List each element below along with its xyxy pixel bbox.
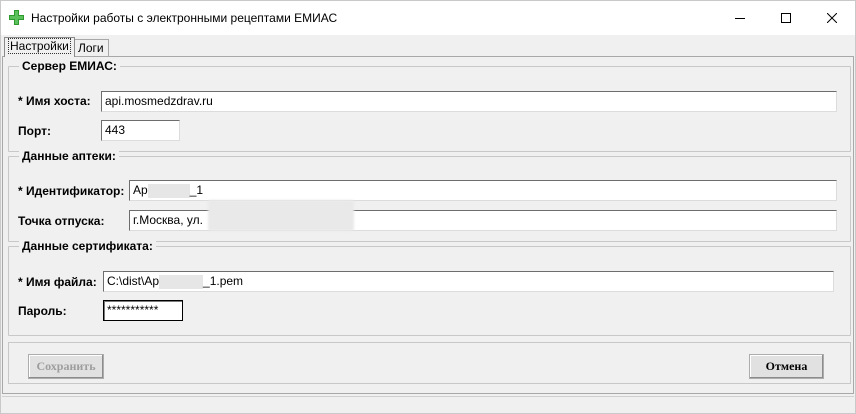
- file-name-input[interactable]: C:\dist\Ap _1.pem: [103, 271, 834, 292]
- status-bar: [2, 396, 854, 413]
- cancel-button[interactable]: Отмена: [749, 354, 824, 379]
- certificate-group: Данные сертификата: * Имя файла: C:\dist…: [8, 239, 851, 336]
- dispense-point-label: Точка отпуска:: [18, 214, 105, 228]
- host-input[interactable]: api.mosmedzdrav.ru: [101, 91, 837, 112]
- file-name-label: * Имя файла:: [18, 275, 97, 289]
- port-input[interactable]: 443: [101, 120, 180, 141]
- tab-settings-label: Настройки: [8, 38, 71, 54]
- settings-tab-page: Сервер ЕМИАС: * Имя хоста: api.mosmedzdr…: [2, 56, 854, 394]
- password-label: Пароль:: [18, 304, 67, 318]
- redacted-block: [147, 183, 190, 198]
- minimize-icon: [735, 18, 745, 19]
- pharmacy-group: Данные аптеки: * Идентификатор: Ap _1 Точ…: [8, 149, 851, 242]
- button-panel: [8, 342, 851, 384]
- tab-logs[interactable]: Логи: [73, 39, 109, 57]
- redacted-block: [159, 274, 204, 289]
- settings-window: Настройки работы с электронными рецептам…: [0, 0, 856, 414]
- tab-settings[interactable]: Настройки: [4, 37, 75, 57]
- tab-strip: Настройки Логи: [1, 35, 855, 57]
- port-label: Порт:: [18, 124, 51, 138]
- identifier-label: * Идентификатор:: [18, 184, 125, 198]
- certificate-group-title: Данные сертификата:: [19, 239, 156, 253]
- file-name-value-suffix: _1.pem: [203, 274, 244, 288]
- save-button[interactable]: Сохранить: [28, 354, 104, 379]
- pharmacy-group-title: Данные аптеки:: [19, 149, 119, 163]
- tab-logs-label: Логи: [78, 41, 104, 55]
- host-label: * Имя хоста:: [18, 94, 91, 108]
- window-title: Настройки работы с электронными рецептам…: [31, 11, 338, 25]
- minimize-button[interactable]: [717, 1, 763, 35]
- server-group-title: Сервер ЕМИАС:: [19, 59, 120, 73]
- password-input[interactable]: ***********: [103, 300, 183, 321]
- maximize-icon: [781, 13, 791, 23]
- green-cross-icon: [9, 10, 24, 25]
- file-name-value-prefix: C:\dist\Ap: [107, 274, 160, 288]
- identifier-value-suffix: _1: [189, 183, 204, 197]
- close-button[interactable]: [809, 1, 855, 35]
- title-bar[interactable]: Настройки работы с электронными рецептам…: [1, 1, 855, 35]
- identifier-input[interactable]: Ap _1: [129, 180, 837, 201]
- server-group: Сервер ЕМИАС: * Имя хоста: api.mosmedzdr…: [8, 59, 851, 152]
- close-icon: [827, 13, 837, 23]
- identifier-value-prefix: Ap: [133, 183, 148, 197]
- redacted-block: [208, 200, 354, 231]
- dispense-point-value: г.Москва, ул.: [133, 213, 203, 227]
- maximize-button[interactable]: [763, 1, 809, 35]
